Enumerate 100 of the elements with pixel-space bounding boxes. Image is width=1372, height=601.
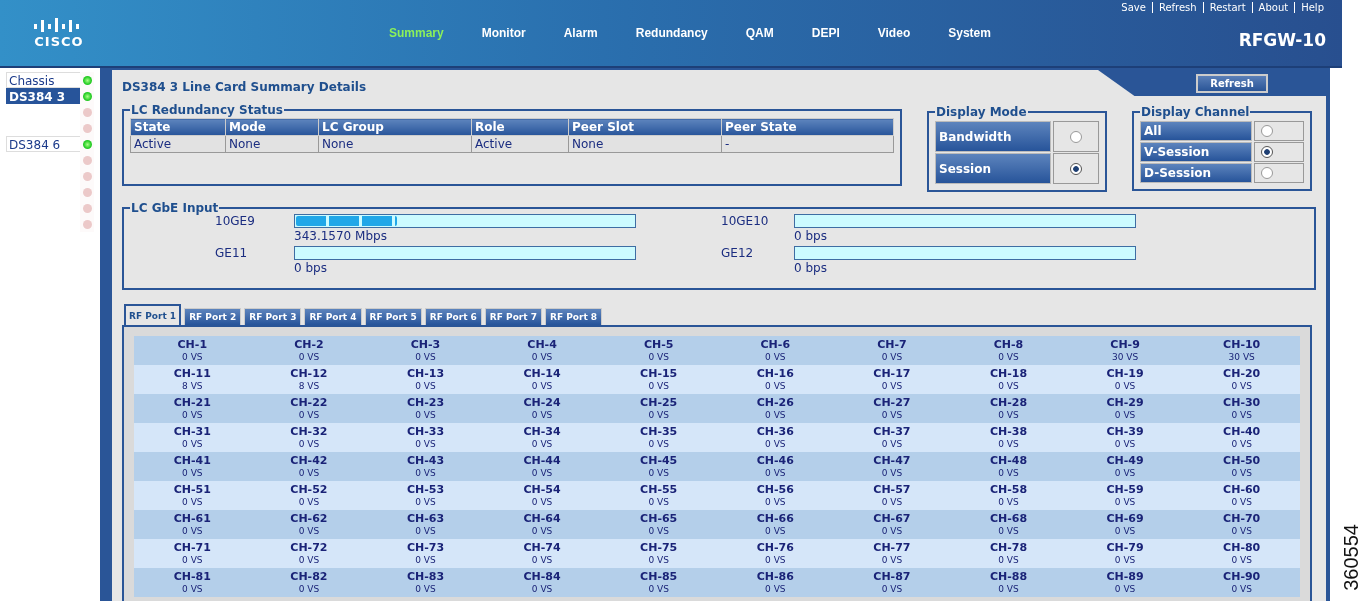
channel-name: CH-53 [406, 483, 445, 496]
channel-name: CH-4 [527, 338, 557, 351]
top-link[interactable]: About [1251, 2, 1295, 13]
section-legend: LC Redundancy Status [130, 104, 284, 116]
radio-button[interactable] [1070, 130, 1082, 143]
port-tab[interactable]: RF Port 8 [545, 308, 603, 325]
port-tab[interactable]: RF Port 2 [184, 308, 242, 325]
section-legend: Display Channel [1140, 106, 1251, 118]
session-count: 0 VS [1231, 438, 1252, 450]
channel-name: CH-89 [1106, 570, 1144, 583]
sidebar-item[interactable]: Chassis [6, 72, 80, 88]
channel-name: CH-27 [873, 396, 911, 409]
session-count: 0 VS [881, 554, 903, 566]
nav-tab[interactable]: QAM [726, 26, 793, 40]
session-count: 0 VS [182, 409, 203, 421]
session-count: 0 VS [415, 438, 436, 450]
channel-name: CH-64 [523, 512, 561, 525]
channel-name: CH-1 [177, 338, 208, 351]
top-link[interactable]: Save [1115, 2, 1152, 13]
nav-tab[interactable]: Summary [370, 26, 463, 40]
channel-name: CH-82 [290, 570, 328, 583]
session-count: 0 VS [765, 438, 786, 450]
session-count: 0 VS [1231, 583, 1252, 595]
port-tab[interactable]: RF Port 5 [364, 308, 422, 325]
nav-tab[interactable]: Alarm [544, 26, 617, 40]
session-count: 0 VS [1114, 525, 1136, 537]
top-link[interactable]: Restart [1202, 2, 1252, 13]
session-count: 0 VS [1231, 554, 1252, 566]
port-tab[interactable]: RF Port 6 [424, 308, 482, 325]
channel-name: CH-88 [989, 570, 1028, 583]
channel-name: CH-8 [993, 338, 1024, 351]
session-count: 0 VS [298, 583, 320, 595]
session-count: 0 VS [998, 525, 1019, 537]
session-count: 0 VS [1114, 583, 1136, 595]
nav-tab[interactable]: DEPI [792, 26, 859, 40]
session-count: 0 VS [1114, 467, 1136, 479]
session-count: 0 VS [415, 496, 436, 508]
session-count: 0 VS [531, 525, 553, 537]
channel-name: CH-75 [640, 541, 678, 554]
column-header: Mode [225, 118, 319, 136]
radio-button[interactable] [1261, 146, 1273, 158]
channel-name: CH-31 [173, 425, 211, 438]
nav-tab[interactable]: Video [858, 26, 930, 40]
channel-name: CH-44 [523, 454, 561, 467]
session-count: 0 VS [182, 554, 203, 566]
session-count: 0 VS [531, 380, 553, 392]
nav-tab[interactable]: Redundancy [616, 26, 727, 40]
session-count: 0 VS [1114, 496, 1136, 508]
radio-button[interactable] [1261, 167, 1273, 179]
throughput-reading: 0 bps [294, 260, 328, 276]
sidebar-item[interactable]: DS384 3 [6, 88, 80, 104]
channel-name: CH-39 [1106, 425, 1144, 438]
session-count: 0 VS [881, 525, 903, 537]
session-count: 0 VS [648, 467, 669, 479]
device-name: RFGW-10 [1238, 30, 1327, 50]
session-count: 0 VS [765, 409, 786, 421]
session-count: 0 VS [765, 467, 786, 479]
port-tab[interactable]: RF Port 4 [304, 308, 362, 325]
channel-name: CH-73 [406, 541, 445, 554]
channel-name: CH-57 [873, 483, 911, 496]
radio-button[interactable] [1261, 125, 1273, 137]
channel-name: CH-86 [756, 570, 794, 583]
session-count: 0 VS [298, 351, 320, 363]
top-link[interactable]: Help [1294, 2, 1330, 13]
session-count: 0 VS [765, 525, 786, 537]
refresh-button[interactable]: Refresh [1196, 74, 1268, 93]
session-count: 0 VS [648, 380, 669, 392]
port-tab[interactable]: RF Port 3 [244, 308, 302, 325]
channel-name: CH-50 [1223, 454, 1261, 467]
channel-name: CH-11 [173, 367, 211, 380]
channel-name: CH-30 [1223, 396, 1261, 409]
session-count: 0 VS [998, 438, 1019, 450]
session-count: 0 VS [298, 554, 320, 566]
channel-name: CH-42 [290, 454, 328, 467]
channel-name: CH-45 [640, 454, 678, 467]
channel-name: CH-85 [640, 570, 678, 583]
nav-tab[interactable]: System [929, 26, 1010, 40]
column-header: Peer Slot [568, 118, 722, 136]
nav-tab[interactable]: Monitor [462, 26, 545, 40]
session-count: 0 VS [765, 351, 786, 363]
option-label: V-Session [1140, 142, 1252, 162]
option-label: Bandwidth [935, 121, 1051, 152]
port-name: 10GE9 [215, 214, 256, 230]
session-count: 0 VS [648, 583, 669, 595]
radio-button[interactable] [1070, 162, 1082, 175]
channel-name: CH-65 [640, 512, 678, 525]
port-tab[interactable]: RF Port 7 [484, 308, 542, 325]
session-count: 0 VS [765, 554, 786, 566]
session-count: 0 VS [881, 409, 903, 421]
channel-name: CH-69 [1106, 512, 1144, 525]
top-link[interactable]: Refresh [1151, 2, 1203, 13]
sidebar-item[interactable]: DS384 6 [6, 136, 80, 152]
channel-name: CH-24 [523, 396, 561, 409]
channel-name: CH-71 [173, 541, 211, 554]
throughput-reading: 0 bps [794, 228, 828, 244]
channel-name: CH-2 [294, 338, 324, 351]
port-tab[interactable]: RF Port 1 [124, 304, 182, 325]
channel-name: CH-33 [406, 425, 445, 438]
session-count: 0 VS [648, 525, 669, 537]
session-count: 0 VS [531, 583, 553, 595]
